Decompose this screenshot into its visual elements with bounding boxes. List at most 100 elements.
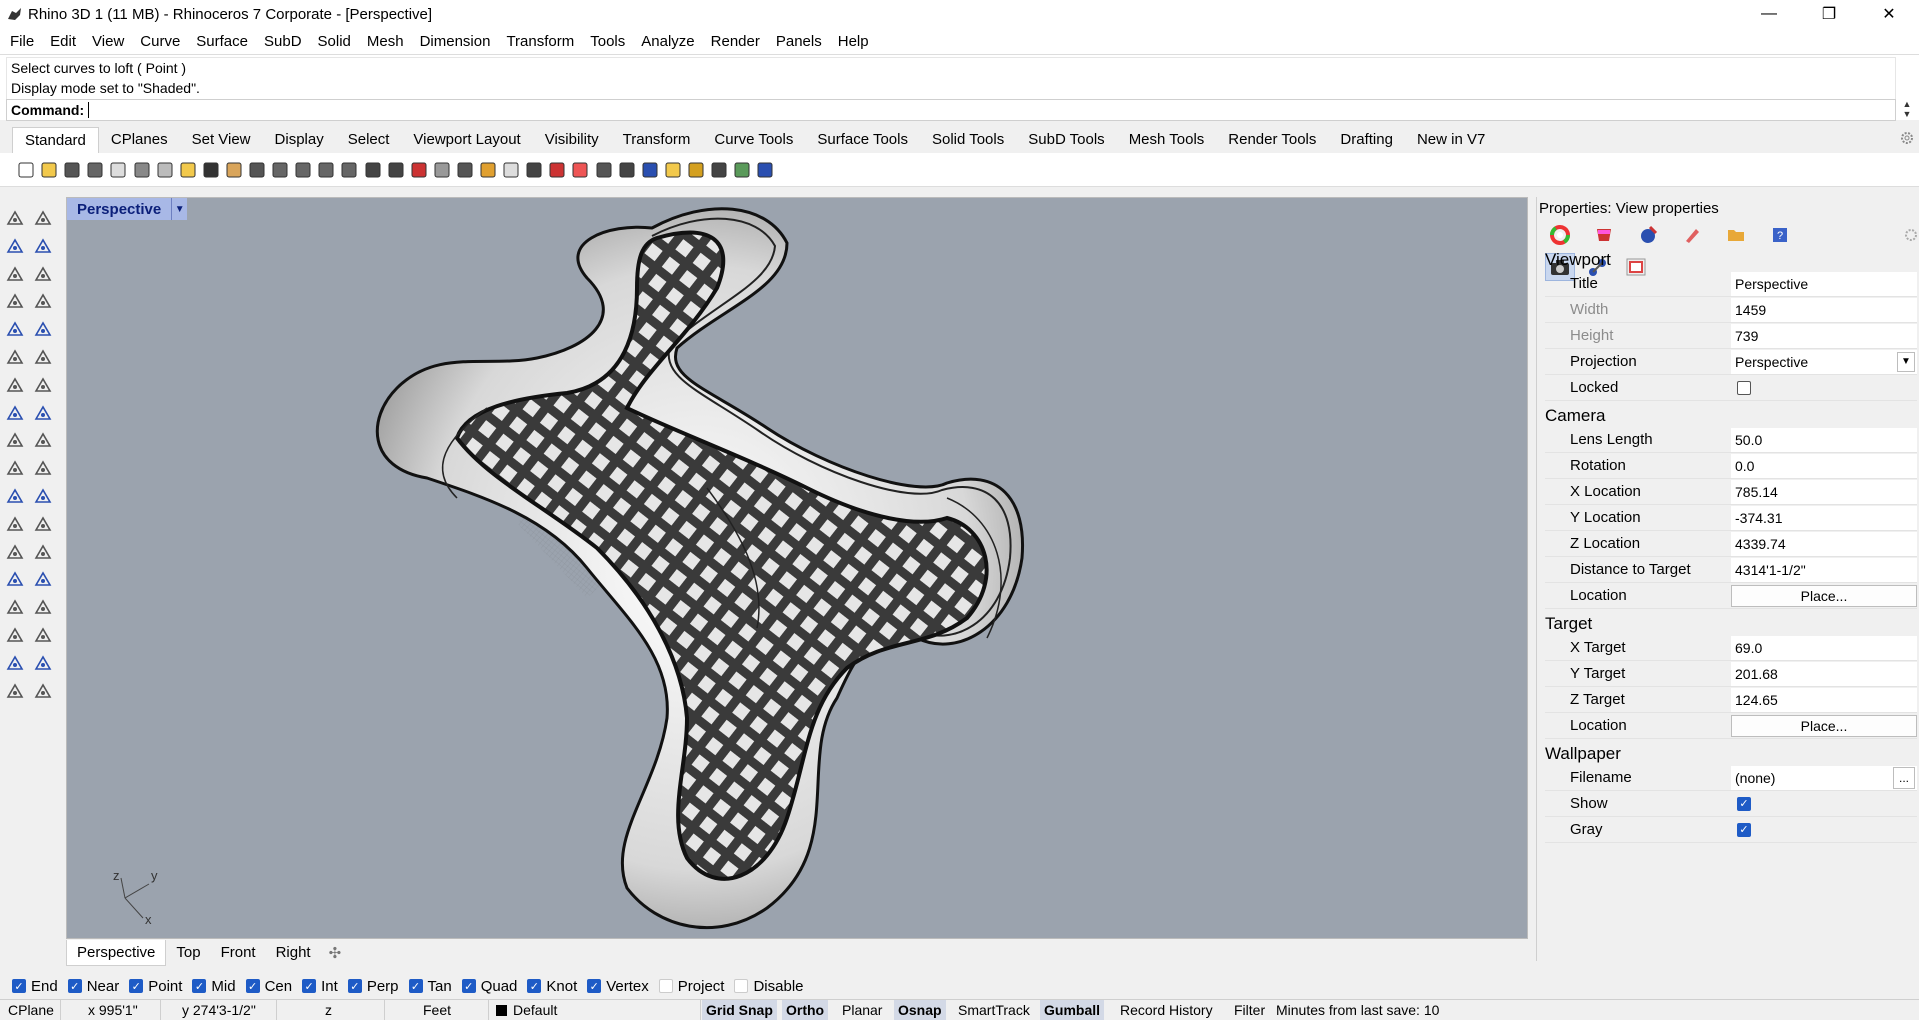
tab-curve-tools[interactable]: Curve Tools — [702, 127, 805, 153]
osnap-toggle[interactable]: Osnap — [894, 1000, 946, 1020]
osnap-checkbox[interactable] — [658, 979, 673, 993]
layout-icon[interactable] — [31, 595, 55, 619]
color-wheel-icon[interactable] — [1545, 221, 1575, 249]
tab-mesh-tools[interactable]: Mesh Tools — [1117, 127, 1217, 153]
zoom-icon[interactable] — [268, 158, 292, 182]
command-input[interactable]: Command: — [6, 99, 1896, 121]
smarttrack-toggle[interactable]: SmartTrack — [954, 1000, 1034, 1020]
block-icon[interactable] — [31, 567, 55, 591]
tab-standard[interactable]: Standard — [12, 127, 99, 153]
menu-subd[interactable]: SubD — [256, 33, 310, 50]
trim-icon[interactable] — [3, 512, 27, 536]
lock-icon[interactable] — [522, 158, 546, 182]
osnap-checkbox[interactable]: ✓ — [461, 979, 476, 993]
options-icon[interactable] — [684, 158, 708, 182]
help-icon[interactable] — [753, 158, 777, 182]
menu-help[interactable]: Help — [830, 33, 877, 50]
points-icon[interactable] — [31, 484, 55, 508]
open-icon[interactable] — [37, 158, 61, 182]
save-icon[interactable] — [60, 158, 84, 182]
paint-icon[interactable] — [31, 679, 55, 703]
menu-file[interactable]: File — [2, 33, 42, 50]
menu-surface[interactable]: Surface — [188, 33, 256, 50]
osnap-knot[interactable]: ✓ Knot — [527, 978, 577, 995]
color-wheel-icon[interactable] — [568, 158, 592, 182]
lens-length-field[interactable]: 50.0 — [1731, 427, 1917, 452]
cut-icon[interactable] — [130, 158, 154, 182]
array-icon[interactable] — [3, 428, 27, 452]
browse-button[interactable]: ... — [1893, 766, 1915, 789]
zoom-window-icon[interactable] — [291, 158, 315, 182]
gear-icon[interactable] — [1903, 227, 1919, 243]
wallpaper-show-checkbox[interactable]: ✓ — [1737, 796, 1751, 811]
menu-solid[interactable]: Solid — [310, 33, 359, 50]
move-view-icon[interactable] — [245, 158, 269, 182]
menu-analyze[interactable]: Analyze — [633, 33, 702, 50]
command-scroll-arrows[interactable]: ▲ ▼ — [1899, 99, 1915, 121]
text-icon[interactable] — [3, 540, 27, 564]
boolean-icon[interactable] — [3, 484, 27, 508]
camera-location-button[interactable]: Place... — [1731, 584, 1917, 607]
import-icon[interactable] — [106, 158, 130, 182]
tab-drafting[interactable]: Drafting — [1328, 127, 1405, 153]
osnap-quad[interactable]: ✓ Quad — [461, 978, 517, 995]
point-icon[interactable] — [31, 206, 55, 230]
grid-icon[interactable] — [453, 158, 477, 182]
tab-select[interactable]: Select — [336, 127, 402, 153]
wallpaper-filename-field[interactable]: (none) — [1731, 765, 1917, 790]
snap-icon[interactable] — [707, 158, 731, 182]
curve-icon[interactable] — [31, 234, 55, 258]
align-icon[interactable] — [31, 623, 55, 647]
bulb-icon[interactable] — [499, 158, 523, 182]
restore-button[interactable]: ❐ — [1799, 0, 1859, 28]
y-target-field[interactable]: 201.68 — [1731, 661, 1917, 686]
target-location-button[interactable]: Place... — [1731, 714, 1917, 737]
decal-icon[interactable] — [1677, 221, 1707, 249]
ellipse-icon[interactable] — [31, 262, 55, 286]
menu-panels[interactable]: Panels — [768, 33, 830, 50]
menu-dimension[interactable]: Dimension — [412, 33, 499, 50]
help-book-icon[interactable]: ? — [1765, 221, 1795, 249]
viewport-tab-perspective[interactable]: Perspective — [66, 940, 167, 966]
new-icon[interactable] — [14, 158, 38, 182]
tab-new-in-v7[interactable]: New in V7 — [1405, 127, 1497, 153]
osnap-checkbox[interactable] — [734, 979, 749, 993]
filter-button[interactable]: Filter — [1230, 1000, 1269, 1020]
x-location-field[interactable]: 785.14 — [1731, 479, 1917, 504]
gumball-toggle[interactable]: Gumball — [1040, 1000, 1105, 1020]
extrude-surface-icon[interactable] — [31, 345, 55, 369]
point-grid-icon[interactable] — [3, 623, 27, 647]
box-icon[interactable] — [3, 373, 27, 397]
rotate-view-icon[interactable] — [361, 158, 385, 182]
perspective-viewport[interactable]: Perspective ▼ y z x — [66, 197, 1528, 939]
tab-subd-tools[interactable]: SubD Tools — [1016, 127, 1116, 153]
select-arrow-icon[interactable] — [3, 206, 27, 230]
material-icon[interactable] — [1589, 221, 1619, 249]
surface-grid-icon[interactable] — [3, 595, 27, 619]
status-layer[interactable]: Default — [513, 1002, 557, 1018]
zoom-selected-icon[interactable] — [337, 158, 361, 182]
menu-transform[interactable]: Transform — [498, 33, 582, 50]
close-button[interactable]: ✕ — [1859, 0, 1919, 28]
viewport-layout-icon[interactable] — [384, 158, 408, 182]
osnap-checkbox[interactable]: ✓ — [347, 979, 362, 993]
viewport-title[interactable]: Perspective ▼ — [67, 198, 188, 220]
menu-mesh[interactable]: Mesh — [359, 33, 412, 50]
cylinder-icon[interactable] — [3, 401, 27, 425]
tab-surface-tools[interactable]: Surface Tools — [805, 127, 920, 153]
zoom-extents-icon[interactable] — [314, 158, 338, 182]
y-location-field[interactable]: -374.31 — [1731, 505, 1917, 530]
osnap-checkbox[interactable]: ✓ — [129, 979, 144, 993]
circle-icon[interactable] — [3, 262, 27, 286]
z-location-field[interactable]: 4339.74 — [1731, 531, 1917, 556]
osnap-checkbox[interactable]: ✓ — [192, 979, 207, 993]
sphere-icon[interactable] — [31, 373, 55, 397]
chevron-down-icon[interactable]: ▼ — [1897, 351, 1915, 372]
status-units[interactable]: Feet — [423, 1002, 451, 1018]
move-icon[interactable] — [3, 456, 27, 480]
planar-toggle[interactable]: Planar — [838, 1000, 886, 1020]
viewport-tab-right[interactable]: Right — [266, 940, 321, 966]
dimension-icon[interactable] — [31, 540, 55, 564]
analyze-icon[interactable] — [3, 651, 27, 675]
tab-cplanes[interactable]: CPlanes — [99, 127, 180, 153]
